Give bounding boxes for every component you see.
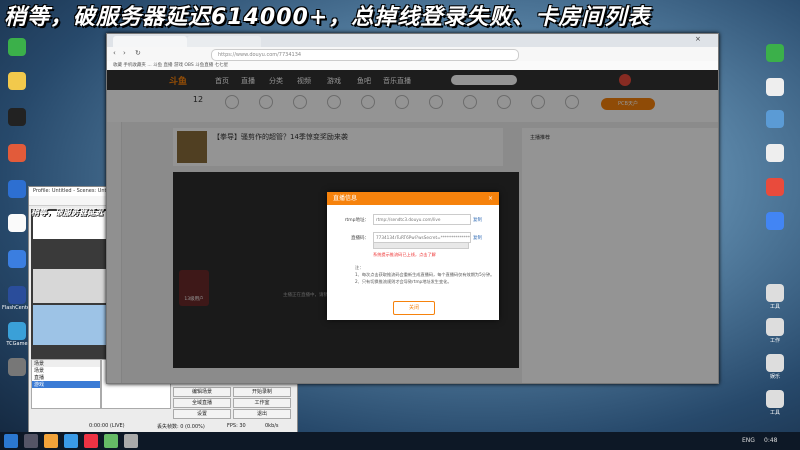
desktop-icon[interactable] [2,108,32,127]
settings-button[interactable]: 设置 [173,409,231,419]
studio-button[interactable]: 工作室 [233,398,291,408]
browser-window: × ‹ › ↻ https://www.douyu.com/7734134 收藏… [106,33,719,384]
close-button[interactable]: 关闭 [393,301,435,315]
search-icon[interactable] [24,434,38,448]
rtmp-label: rtmp地址： [344,218,369,223]
dialog-header: 直播信息 × [327,192,499,205]
scene-item-selected[interactable]: 游戏 [32,381,100,388]
browser-tab[interactable] [113,36,187,47]
desktop-icon-work[interactable]: 工作 [760,318,790,344]
fullscreen-button[interactable]: 全域直播 [173,398,231,408]
start-recording-button[interactable]: 开始录制 [233,387,291,397]
scenes-header: 场景 [32,360,100,367]
refresh-icon[interactable]: ↻ [135,49,141,57]
overlay-small-title: 稍等，破服务器延迟 [31,208,103,217]
desktop-icon[interactable] [2,72,32,91]
taskbar: ENG 0:48 [0,432,800,450]
start-icon[interactable] [4,434,18,448]
obs-status-dropped: 丢失帧数: 0 (0.00%) [157,424,205,430]
app-icon[interactable] [104,434,118,448]
rtmp-address-input[interactable]: rtmp://sendtc3.douyu.com/live [373,214,471,225]
copy-key-button[interactable]: 复制 [473,235,482,241]
desktop-icon[interactable] [760,144,790,163]
exit-button[interactable]: 退出 [233,409,291,419]
url-input[interactable]: https://www.douyu.com/7734134 [211,49,519,61]
explorer-icon[interactable] [44,434,58,448]
clock[interactable]: 0:48 [764,437,777,444]
close-window-icon[interactable]: × [695,35,701,43]
dialog-title: 直播信息 [333,195,358,202]
warning-text[interactable]: 系统提示推流码已上线，点击了解 [373,252,436,258]
desktop-icon-entertainment[interactable]: 娱乐 [760,354,790,380]
obs-status-fps: FPS: 30 [227,423,246,429]
obs-status-time: 0:00:00 (LIVE) [89,423,125,429]
obs-icon[interactable] [124,434,138,448]
close-icon[interactable]: × [488,192,493,205]
desktop-icon[interactable] [2,38,32,57]
overlay-title: 稍等，破服务器延迟614000+，总掉线登录失败、卡房间列表 [4,5,651,30]
scene-item[interactable]: 直播 [32,374,100,381]
desktop-icon[interactable] [760,212,790,231]
stream-info-dialog: 直播信息 × rtmp地址： rtmp://sendtc3.douyu.com/… [327,192,499,320]
desktop-icon[interactable] [760,110,790,129]
desktop-icon[interactable] [760,44,790,63]
browser-tab[interactable] [187,36,261,47]
stream-key-label: 直播码： [351,236,369,241]
desktop-icon[interactable] [2,144,32,163]
desktop-icon[interactable] [760,178,790,197]
app-icon[interactable] [84,434,98,448]
scenes-list[interactable]: 场景 场景 直播 游戏 [31,359,101,409]
douyu-page: 斗鱼 首页 直播 分类 视频 游戏 鱼吧 音乐直播 12 PCB天户 【拳导】骚… [107,70,718,383]
key-dropdown[interactable] [373,242,469,249]
dialog-notes: 注： 1、每次点击获取推流码会重新生成直播码，每个直播码仅有效期为5分钟。 2、… [355,265,495,284]
obs-status-bitrate: 0kb/s [265,423,279,429]
copy-rtmp-button[interactable]: 复制 [473,217,482,223]
desktop-icon[interactable] [760,78,790,97]
desktop-icon-tools[interactable]: 工具 [760,284,790,310]
browser-icon[interactable] [64,434,78,448]
edit-scene-button[interactable]: 编辑场景 [173,387,231,397]
language-indicator[interactable]: ENG [742,437,755,444]
back-icon[interactable]: ‹ [113,49,116,57]
address-bar: ‹ › ↻ https://www.douyu.com/7734134 [107,47,718,62]
desktop-icon-tools-2[interactable]: 工具 [760,390,790,416]
scene-item[interactable]: 场景 [32,367,100,374]
forward-icon[interactable]: › [123,49,126,57]
